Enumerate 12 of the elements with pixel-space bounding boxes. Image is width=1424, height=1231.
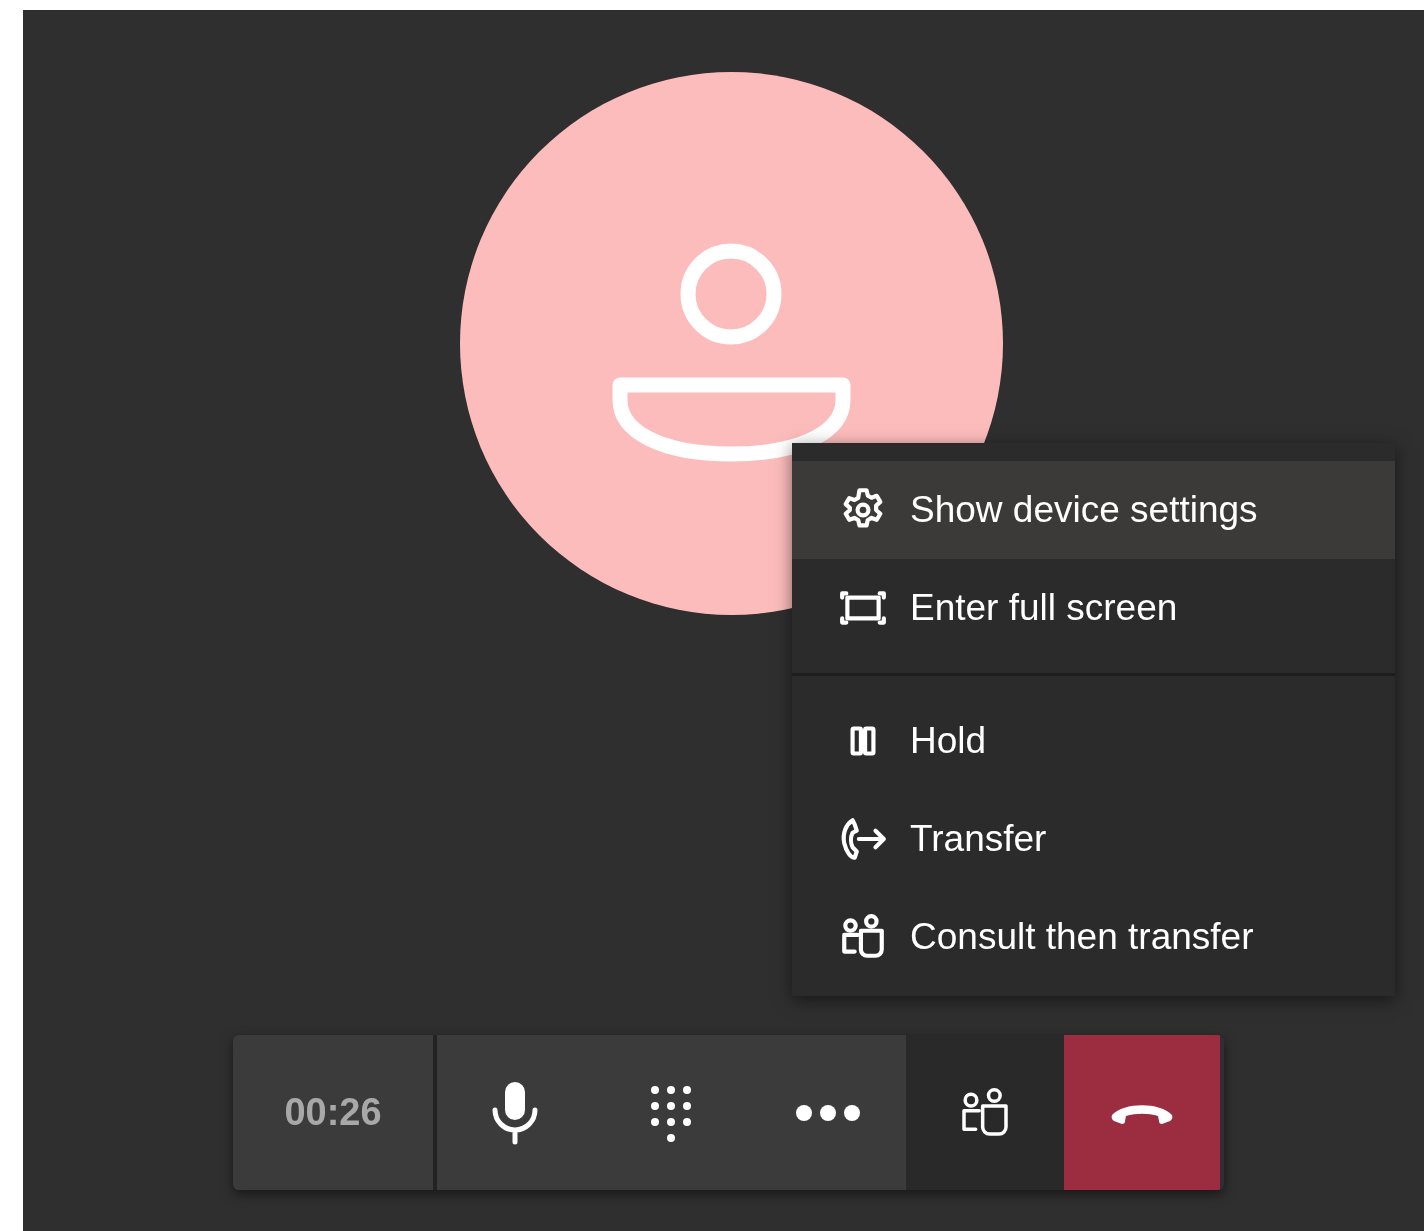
menu-item[interactable]: Enter full screen (792, 559, 1395, 657)
menu-item[interactable]: Hold (792, 692, 1395, 790)
menu-item[interactable]: Transfer (792, 790, 1395, 888)
dialpad-icon (649, 1083, 693, 1142)
mute-button[interactable] (437, 1035, 593, 1190)
call-timer: 00:26 (284, 1090, 382, 1135)
menu-item[interactable]: Show device settings (792, 461, 1395, 559)
more-icon (794, 1102, 861, 1123)
hang-up-button[interactable] (1064, 1035, 1220, 1190)
more-options-button[interactable] (749, 1035, 906, 1190)
menu-item[interactable]: Consult then transfer (792, 888, 1395, 986)
participants-button[interactable] (906, 1035, 1064, 1190)
